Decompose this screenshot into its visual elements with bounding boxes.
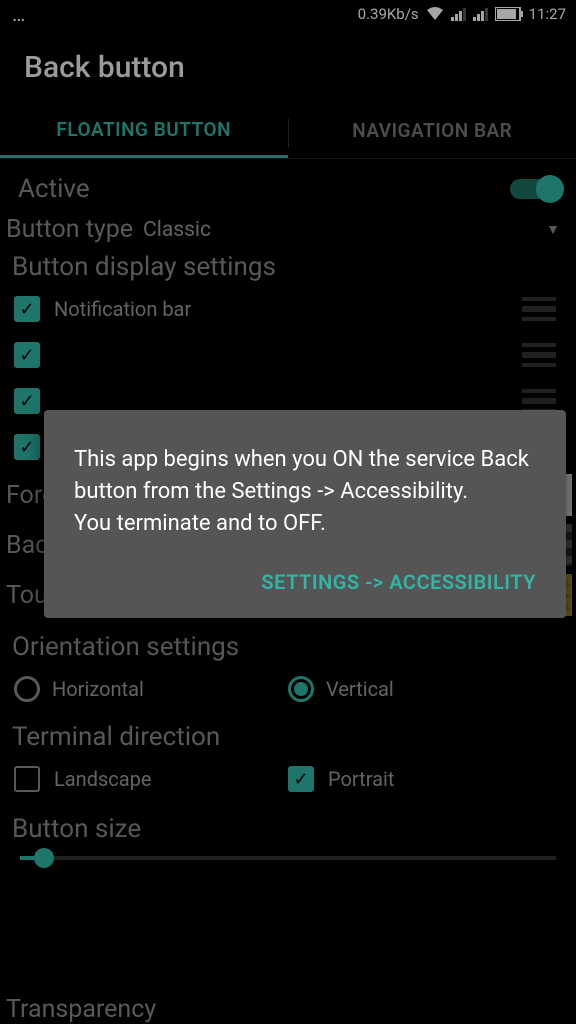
dialog-action-settings-accessibility[interactable]: SETTINGS -> ACCESSIBILITY [74,570,536,594]
dialog-body: This app begins when you ON the service … [74,444,536,540]
accessibility-dialog: This app begins when you ON the service … [44,410,566,618]
